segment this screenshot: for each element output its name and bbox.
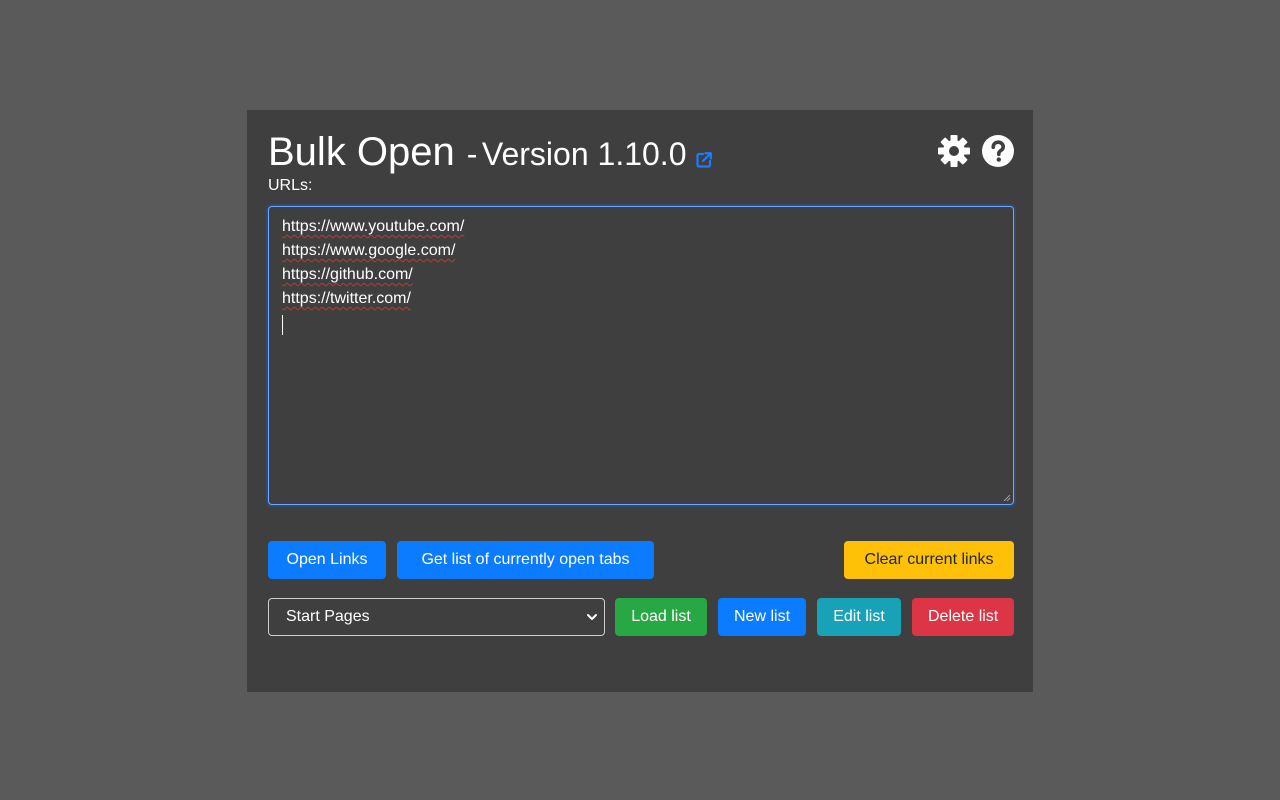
version-label: Version 1.10.0 [481, 136, 687, 172]
list-select[interactable]: Start Pages [268, 598, 605, 636]
urls-textarea[interactable]: https://www.youtube.com/ https://www.goo… [268, 206, 1014, 505]
text-caret [282, 311, 1000, 335]
url-line: https://github.com/ [282, 266, 413, 283]
external-link-icon[interactable] [694, 150, 714, 170]
app-name: Bulk Open [268, 130, 455, 174]
urls-label: URLs: [268, 177, 313, 194]
edit-list-button[interactable]: Edit list [817, 598, 901, 636]
chevron-down-icon [587, 614, 597, 620]
bulk-open-panel: Bulk Open - Version 1.10.0 URLs: https:/… [247, 110, 1033, 692]
open-links-button[interactable]: Open Links [268, 541, 386, 579]
clear-links-button[interactable]: Clear current links [844, 541, 1014, 579]
list-select-value: Start Pages [286, 608, 370, 625]
version-separator: - [466, 136, 478, 172]
delete-list-button[interactable]: Delete list [912, 598, 1014, 636]
header-icons [937, 134, 1015, 168]
question-circle-icon[interactable] [981, 134, 1015, 168]
url-line: https://www.youtube.com/ [282, 218, 465, 235]
load-list-button[interactable]: Load list [615, 598, 707, 636]
url-line: https://twitter.com/ [282, 290, 411, 307]
resize-handle-icon[interactable] [1003, 494, 1011, 502]
get-open-tabs-button[interactable]: Get list of currently open tabs [397, 541, 654, 579]
page-title: Bulk Open - Version 1.10.0 [268, 128, 714, 176]
header: Bulk Open - Version 1.10.0 [268, 128, 1015, 176]
url-line: https://www.google.com/ [282, 242, 456, 259]
gear-icon[interactable] [937, 134, 971, 168]
new-list-button[interactable]: New list [718, 598, 806, 636]
